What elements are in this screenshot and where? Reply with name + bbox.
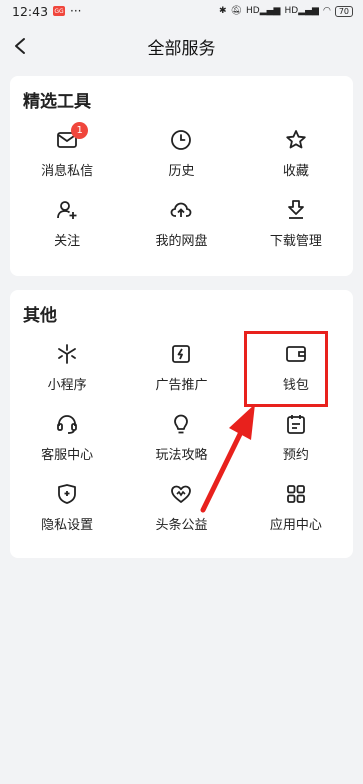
signal-icon-2: HD▂▄▆ bbox=[284, 6, 319, 16]
unread-badge: 1 bbox=[71, 122, 89, 139]
section-title: 精选工具 bbox=[23, 92, 91, 112]
other-item-customer-service[interactable]: 客服中心 bbox=[10, 404, 124, 474]
star-icon bbox=[286, 130, 306, 149]
signal-icon: HD▂▄▆ bbox=[246, 6, 281, 16]
item-label: 隐私设置 bbox=[41, 518, 94, 533]
highlight-box bbox=[244, 331, 328, 407]
follow-user-icon bbox=[57, 201, 77, 219]
tool-item-favorites[interactable]: 收藏 bbox=[239, 120, 353, 190]
tools-grid: 1 消息私信 历史 收藏 关注 我的网盘 下载管理 bbox=[10, 120, 353, 260]
page-title: 全部服务 bbox=[147, 38, 216, 59]
headset-icon bbox=[57, 415, 78, 434]
tool-item-downloads[interactable]: 下载管理 bbox=[239, 190, 353, 260]
tool-item-messages[interactable]: 1 消息私信 bbox=[10, 120, 124, 190]
item-label: 头条公益 bbox=[155, 518, 208, 533]
battery-icon: 70 bbox=[334, 5, 353, 17]
other-item-privacy[interactable]: 隐私设置 bbox=[10, 474, 124, 544]
cloud-upload-icon bbox=[171, 202, 192, 217]
status-time: 12:43 bbox=[12, 3, 49, 19]
item-label: 我的网盘 bbox=[155, 234, 208, 249]
mini-program-icon bbox=[58, 344, 77, 364]
more-notifications-icon: ··· bbox=[70, 4, 82, 18]
wifi-icon: ◠ bbox=[322, 6, 331, 16]
lightning-icon bbox=[172, 345, 191, 363]
lightbulb-icon bbox=[174, 414, 189, 434]
apps-grid-icon bbox=[286, 485, 305, 503]
charity-heart-icon bbox=[171, 485, 192, 503]
header: 全部服务 bbox=[0, 22, 363, 70]
download-icon bbox=[287, 200, 304, 219]
other-item-mini-program[interactable]: 小程序 bbox=[10, 334, 124, 404]
app-notification-icon: GG bbox=[53, 6, 66, 16]
item-label: 客服中心 bbox=[41, 448, 94, 463]
item-label: 小程序 bbox=[47, 378, 87, 393]
annotation-arrow-icon bbox=[200, 404, 255, 513]
tool-item-follow[interactable]: 关注 bbox=[10, 190, 124, 260]
mute-icon: 🔕︎ bbox=[230, 6, 243, 16]
item-label: 应用中心 bbox=[269, 518, 322, 533]
tool-item-cloud-drive[interactable]: 我的网盘 bbox=[124, 190, 238, 260]
clock-icon bbox=[171, 130, 192, 150]
section-title: 其他 bbox=[23, 306, 57, 326]
bluetooth-icon: ✱ bbox=[219, 6, 227, 16]
item-label: 收藏 bbox=[282, 164, 309, 179]
back-button[interactable] bbox=[6, 32, 34, 60]
chevron-left-icon bbox=[15, 38, 25, 54]
item-label: 下载管理 bbox=[269, 234, 322, 249]
item-label: 消息私信 bbox=[41, 164, 94, 179]
calendar-icon bbox=[286, 415, 305, 434]
item-label: 广告推广 bbox=[155, 378, 208, 393]
tool-item-history[interactable]: 历史 bbox=[124, 120, 238, 190]
item-label: 预约 bbox=[282, 448, 309, 463]
item-label: 历史 bbox=[168, 164, 195, 179]
item-label: 关注 bbox=[54, 234, 81, 249]
shield-icon bbox=[58, 484, 77, 504]
status-bar: 12:43 GG ··· ✱ 🔕︎ HD▂▄▆ HD▂▄▆ ◠ 70 bbox=[0, 0, 363, 22]
featured-tools-card: 精选工具 1 消息私信 历史 收藏 关注 我的网盘 下载管理 bbox=[10, 76, 353, 276]
other-item-ads[interactable]: 广告推广 bbox=[124, 334, 238, 404]
